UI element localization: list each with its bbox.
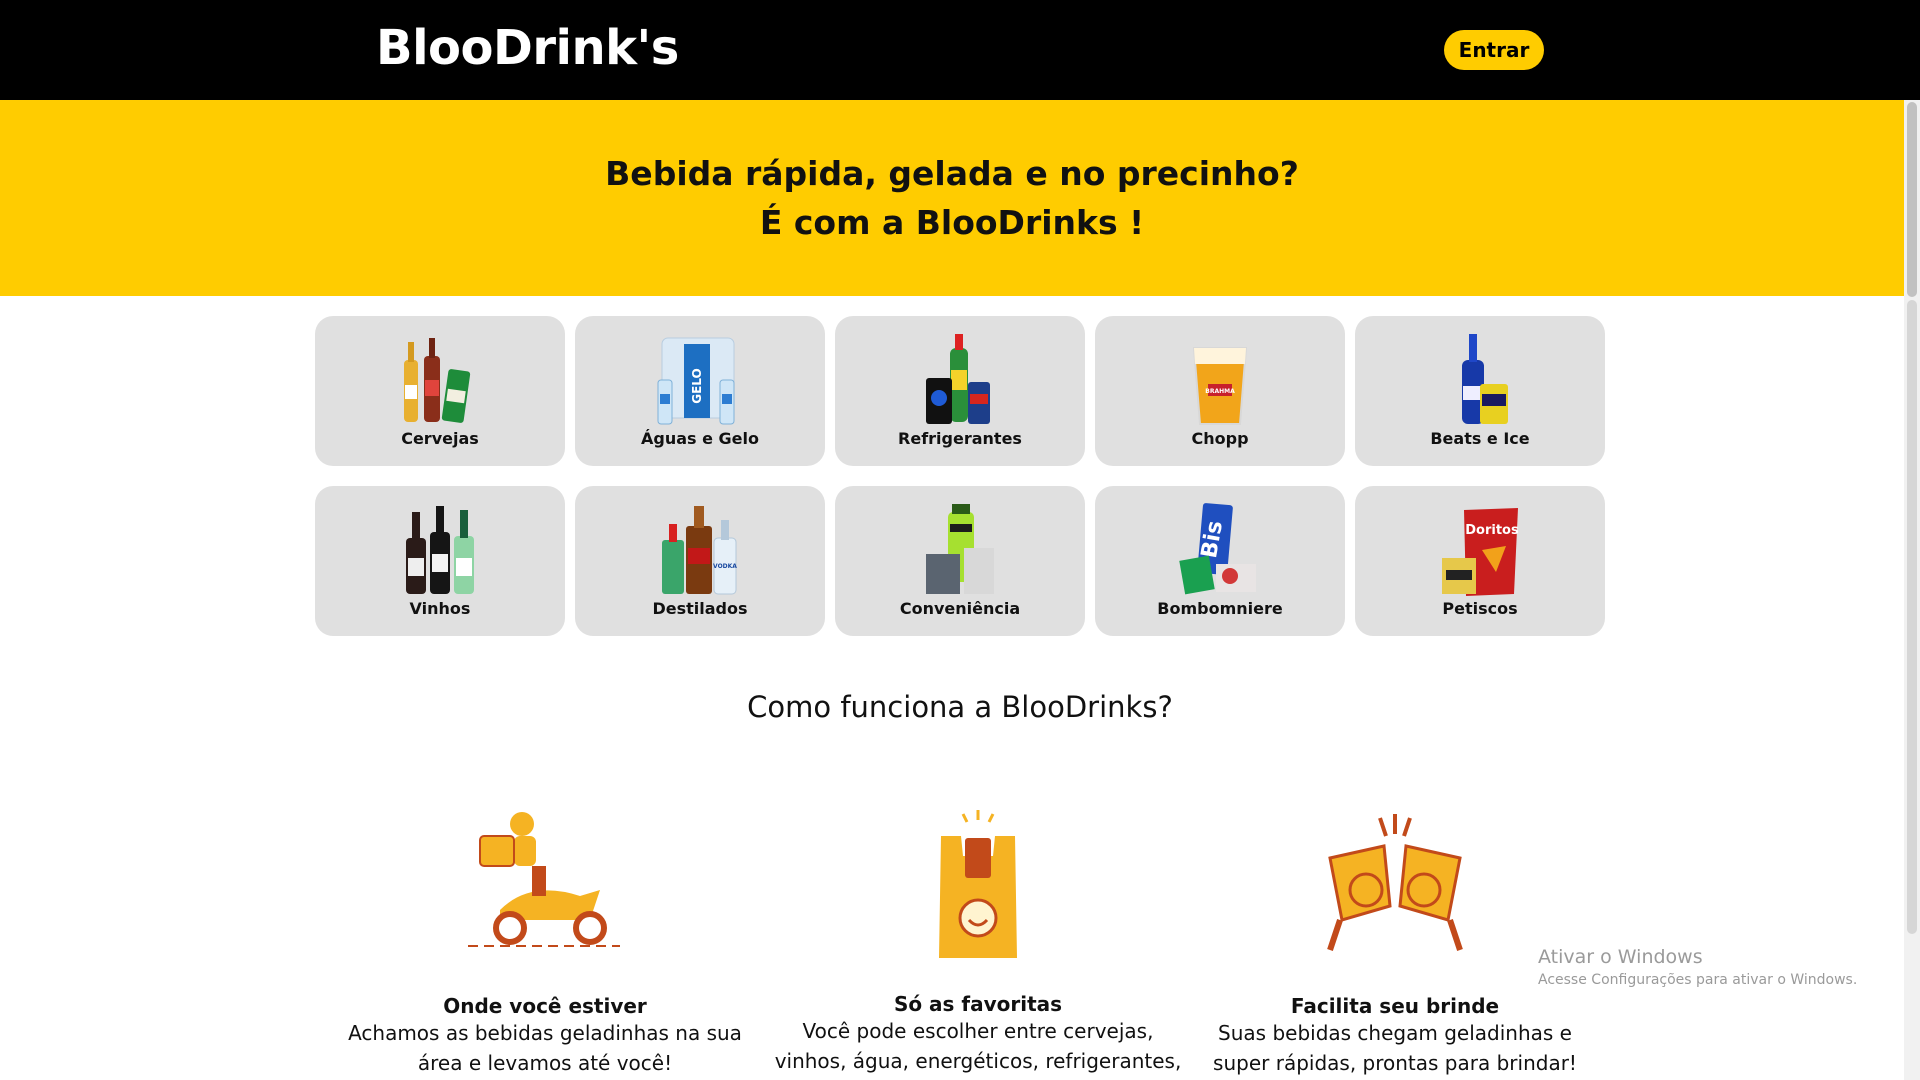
step-title: Só as favoritas: [893, 992, 1063, 1016]
login-button[interactable]: Entrar: [1444, 30, 1544, 70]
draft-beer-icon: BRAHMA: [1192, 347, 1248, 425]
step-description-line: Suas bebidas chegam geladinhas e: [1218, 1021, 1572, 1045]
snacks-icon: Doritos: [1442, 508, 1519, 596]
brand-logo[interactable]: BlooDrink's: [376, 20, 679, 76]
water-ice-icon: GELO: [657, 337, 735, 425]
candy-icon: Bis: [1179, 503, 1256, 595]
scrollbar[interactable]: [1904, 100, 1920, 1080]
step-title: Onde você estiver: [443, 994, 647, 1018]
step-delivery: Onde você estiver Achamos as bebidas gel…: [335, 810, 755, 1078]
beer-bottles-icon: [404, 338, 471, 423]
scrollbar-track-segment: [1907, 300, 1917, 934]
category-card-cervejas[interactable]: Cervejas: [315, 316, 565, 466]
svg-text:Doritos: Doritos: [1465, 523, 1519, 538]
category-card-petiscos[interactable]: Doritos Petiscos: [1355, 486, 1605, 636]
windows-activation-subtitle: Acesse Configurações para ativar o Windo…: [1538, 972, 1858, 988]
category-label: Vinhos: [409, 599, 471, 618]
svg-text:BRAHMA: BRAHMA: [1205, 388, 1235, 395]
step-description-line: Você pode escolher entre cervejas,: [802, 1019, 1154, 1043]
category-label: Bombomniere: [1157, 599, 1283, 618]
step-favorites: Só as favoritas Você pode escolher entre…: [768, 808, 1188, 1076]
step-cheers: Facilita seu brinde Suas bebidas chegam …: [1185, 810, 1605, 1078]
step-description-line: área e levamos até você!: [417, 1051, 673, 1075]
category-label: Cervejas: [401, 429, 479, 448]
top-header: BlooDrink's Entrar: [0, 0, 1920, 100]
hero-banner: Bebida rápida, gelada e no precinho? É c…: [0, 100, 1904, 296]
category-label: Refrigerantes: [898, 429, 1022, 448]
how-it-works-title: Como funciona a BlooDrinks?: [747, 690, 1173, 724]
category-card-conveniencia[interactable]: Conveniência: [835, 486, 1085, 636]
category-card-vinhos[interactable]: Vinhos: [315, 486, 565, 636]
svg-text:GELO: GELO: [690, 368, 704, 403]
category-card-bombomniere[interactable]: Bis Bombomniere: [1095, 486, 1345, 636]
soda-icon: [926, 334, 990, 424]
step-title: Facilita seu brinde: [1290, 994, 1500, 1018]
hero-line-2: É com a BlooDrinks !: [759, 203, 1145, 242]
wine-bottles-icon: [406, 506, 474, 594]
category-card-chopp[interactable]: BRAHMA Chopp: [1095, 316, 1345, 466]
spirits-icon: VODKA: [662, 506, 737, 595]
category-card-refrigerantes[interactable]: Refrigerantes: [835, 316, 1085, 466]
svg-text:VODKA: VODKA: [713, 563, 737, 570]
category-label: Beats e Ice: [1430, 429, 1530, 448]
category-label: Chopp: [1191, 429, 1249, 448]
windows-activation-title: Ativar o Windows: [1538, 946, 1703, 968]
step-description-line: super rápidas, prontas para brindar!: [1213, 1051, 1577, 1075]
convenience-icon: [926, 504, 994, 594]
category-label: Petiscos: [1442, 599, 1518, 618]
beats-ice-icon: [1462, 334, 1508, 424]
category-grid: Cervejas GELO Águas e Gelo Refrigerantes…: [315, 316, 1605, 636]
delivery-scooter-icon: [468, 812, 620, 947]
step-description-line: Achamos as bebidas geladinhas na sua: [348, 1021, 742, 1045]
page: BlooDrink's Entrar Bebida rápida, gelada…: [0, 0, 1920, 1080]
shopping-bag-icon: [939, 810, 1017, 958]
category-card-aguas-gelo[interactable]: GELO Águas e Gelo: [575, 316, 825, 466]
category-label: Conveniência: [899, 599, 1021, 618]
cheers-icon: [1327, 814, 1463, 951]
step-description-line: vinhos, água, energéticos, refrigerantes…: [774, 1049, 1182, 1073]
category-card-destilados[interactable]: VODKA Destilados: [575, 486, 825, 636]
category-label: Águas e Gelo: [641, 429, 759, 448]
category-label: Destilados: [652, 599, 748, 618]
scrollbar-thumb[interactable]: [1907, 102, 1917, 297]
category-card-beats-ice[interactable]: Beats e Ice: [1355, 316, 1605, 466]
hero-line-1: Bebida rápida, gelada e no precinho?: [605, 154, 1299, 193]
